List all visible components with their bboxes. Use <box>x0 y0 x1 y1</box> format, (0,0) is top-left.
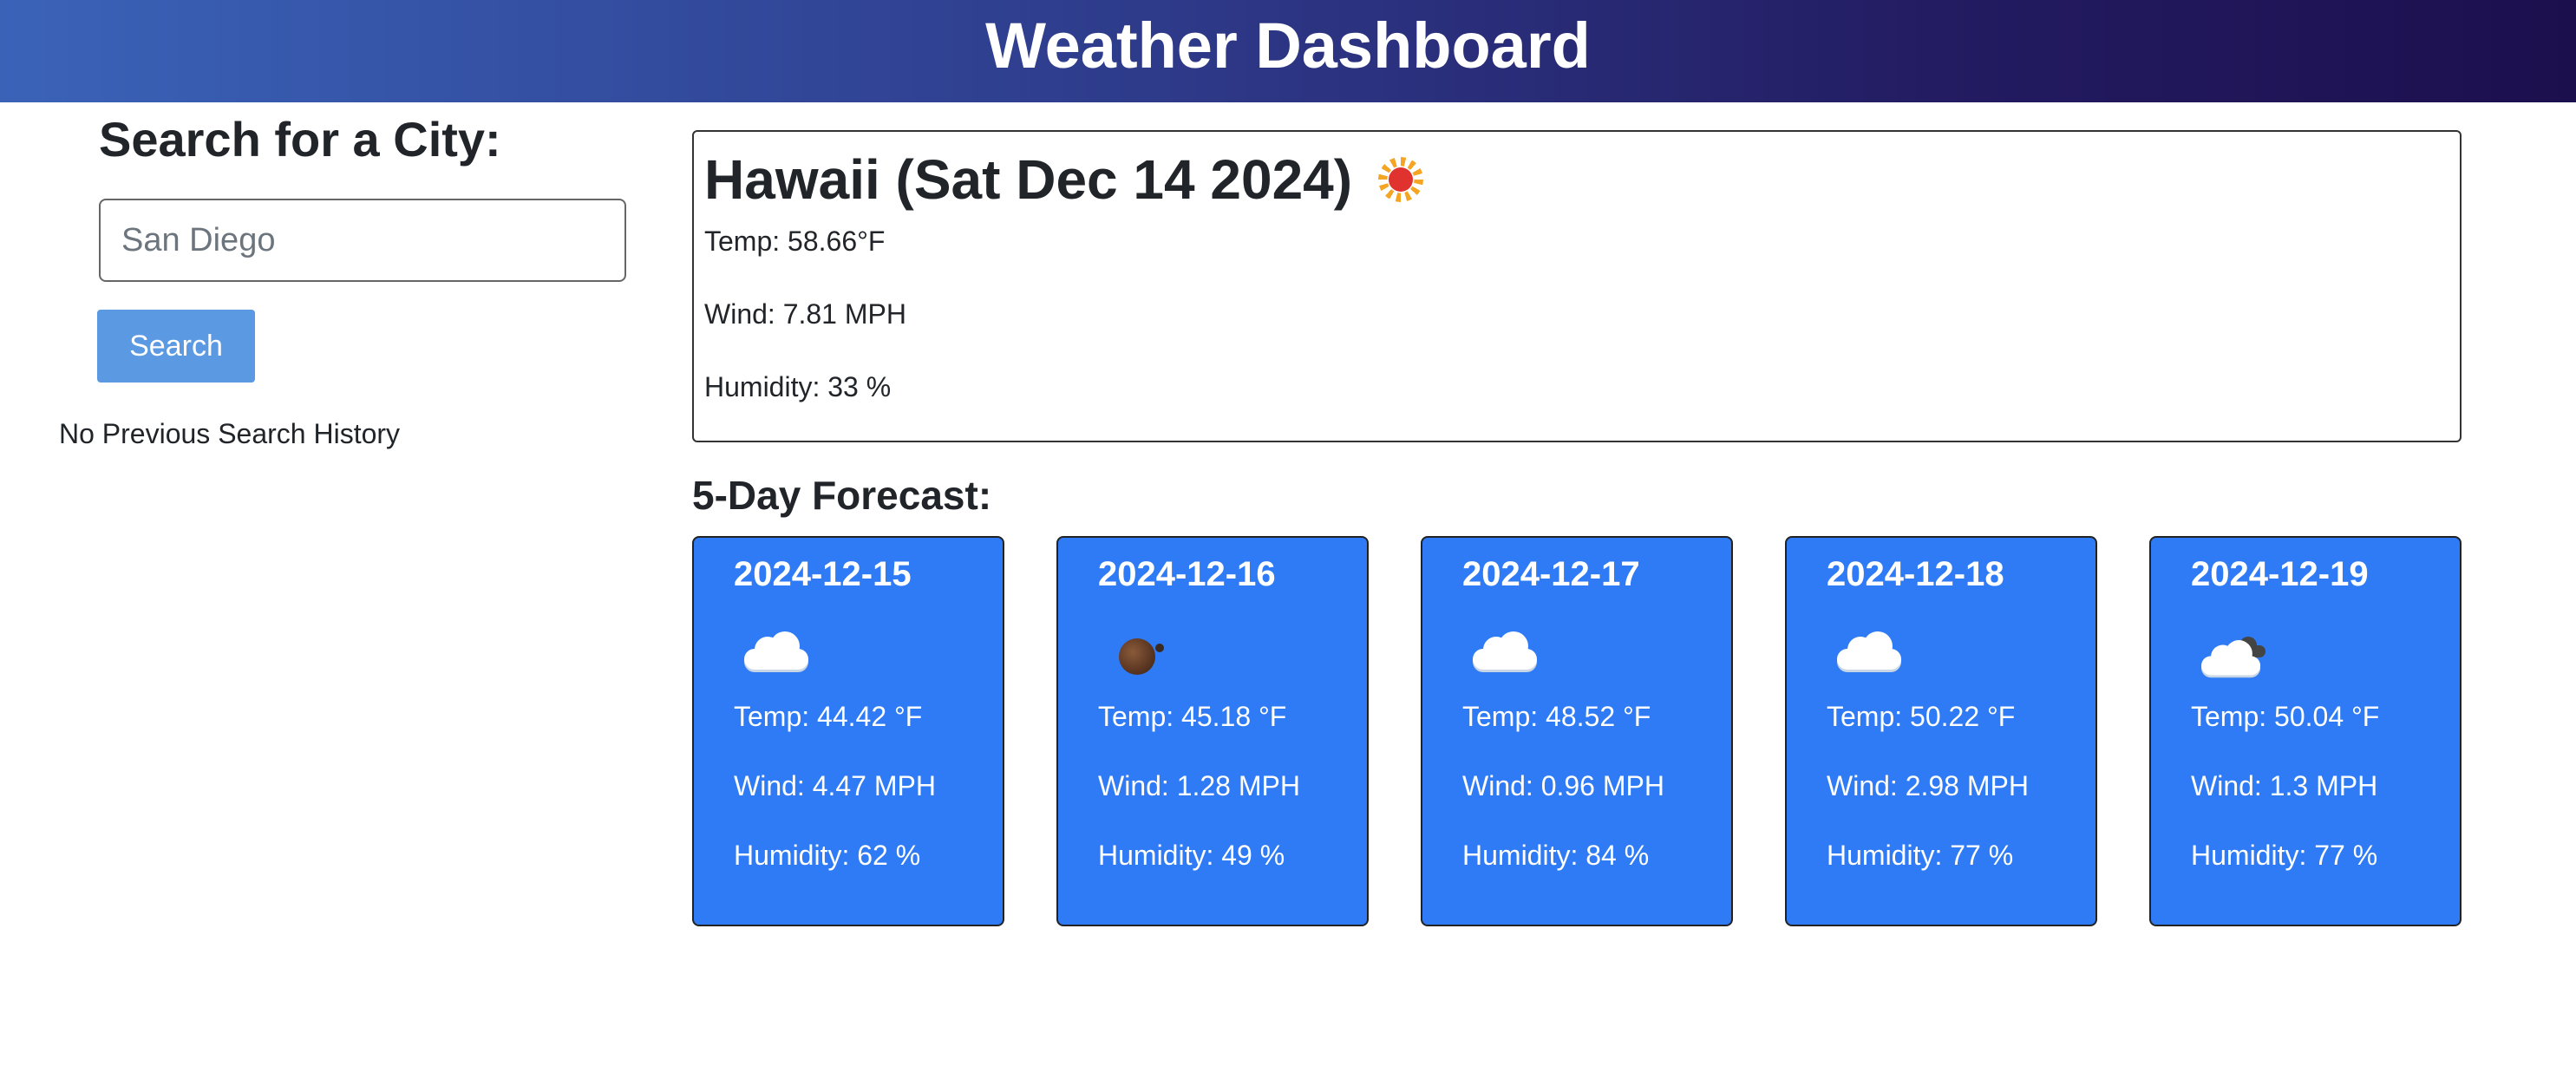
forecast-humidity: Humidity: 77 % <box>1827 840 2014 871</box>
page-title: Weather Dashboard <box>985 9 1591 82</box>
current-weather-title: Hawaii (Sat Dec 14 2024) <box>704 147 1424 212</box>
forecast-humidity: Humidity: 84 % <box>1462 840 1650 871</box>
current-weather-card: Hawaii (Sat Dec 14 2024) Temp: 58.66°F W… <box>692 130 2462 442</box>
search-button[interactable]: Search <box>97 310 255 383</box>
forecast-temp: Temp: 45.18 °F <box>1098 701 1287 732</box>
moon-icon <box>1108 631 1178 680</box>
app-header: Weather Dashboard <box>0 0 2576 102</box>
cloud-icon <box>1473 631 1542 680</box>
search-history-empty-message: No Previous Search History <box>59 418 401 449</box>
forecast-temp: Temp: 44.42 °F <box>734 701 923 732</box>
forecast-date: 2024-12-18 <box>1827 555 2004 593</box>
forecast-wind: Wind: 0.96 MPH <box>1462 770 1664 801</box>
forecast-card: 2024-12-17 Temp: 48.52 °F Wind: 0.96 MPH… <box>1421 536 1733 926</box>
forecast-temp: Temp: 50.22 °F <box>1827 701 2016 732</box>
forecast-wind: Wind: 2.98 MPH <box>1827 770 2029 801</box>
city-search-input[interactable] <box>99 199 626 282</box>
forecast-card: 2024-12-19 Temp: 50.04 °F Wind: 1.3 MPH … <box>2149 536 2462 926</box>
forecast-date: 2024-12-16 <box>1098 555 1276 593</box>
forecast-temp: Temp: 50.04 °F <box>2191 701 2380 732</box>
forecast-cards: 2024-12-15 Temp: 44.42 °F Wind: 4.47 MPH… <box>692 536 2462 926</box>
forecast-card: 2024-12-16 Temp: 45.18 °F Wind: 1.28 MPH… <box>1056 536 1369 926</box>
sun-icon <box>1378 157 1424 202</box>
forecast-humidity: Humidity: 49 % <box>1098 840 1285 871</box>
forecast-card: 2024-12-15 Temp: 44.42 °F Wind: 4.47 MPH… <box>692 536 1004 926</box>
forecast-temp: Temp: 48.52 °F <box>1462 701 1651 732</box>
forecast-date: 2024-12-15 <box>734 555 912 593</box>
forecast-date: 2024-12-19 <box>2191 555 2369 593</box>
cloud-icon <box>1837 631 1906 680</box>
search-heading: Search for a City: <box>99 112 501 167</box>
forecast-humidity: Humidity: 62 % <box>734 840 921 871</box>
current-city-date: Hawaii (Sat Dec 14 2024) <box>704 148 1353 211</box>
current-temp: Temp: 58.66°F <box>704 226 886 257</box>
forecast-wind: Wind: 4.47 MPH <box>734 770 936 801</box>
current-humidity: Humidity: 33 % <box>704 371 892 402</box>
forecast-humidity: Humidity: 77 % <box>2191 840 2378 871</box>
forecast-heading: 5-Day Forecast: <box>692 473 992 518</box>
forecast-wind: Wind: 1.28 MPH <box>1098 770 1300 801</box>
forecast-wind: Wind: 1.3 MPH <box>2191 770 2378 801</box>
forecast-date: 2024-12-17 <box>1462 555 1640 593</box>
partly-cloudy-icon <box>2201 631 2271 680</box>
current-wind: Wind: 7.81 MPH <box>704 298 906 330</box>
cloud-icon <box>744 631 814 680</box>
forecast-card: 2024-12-18 Temp: 50.22 °F Wind: 2.98 MPH… <box>1785 536 2097 926</box>
